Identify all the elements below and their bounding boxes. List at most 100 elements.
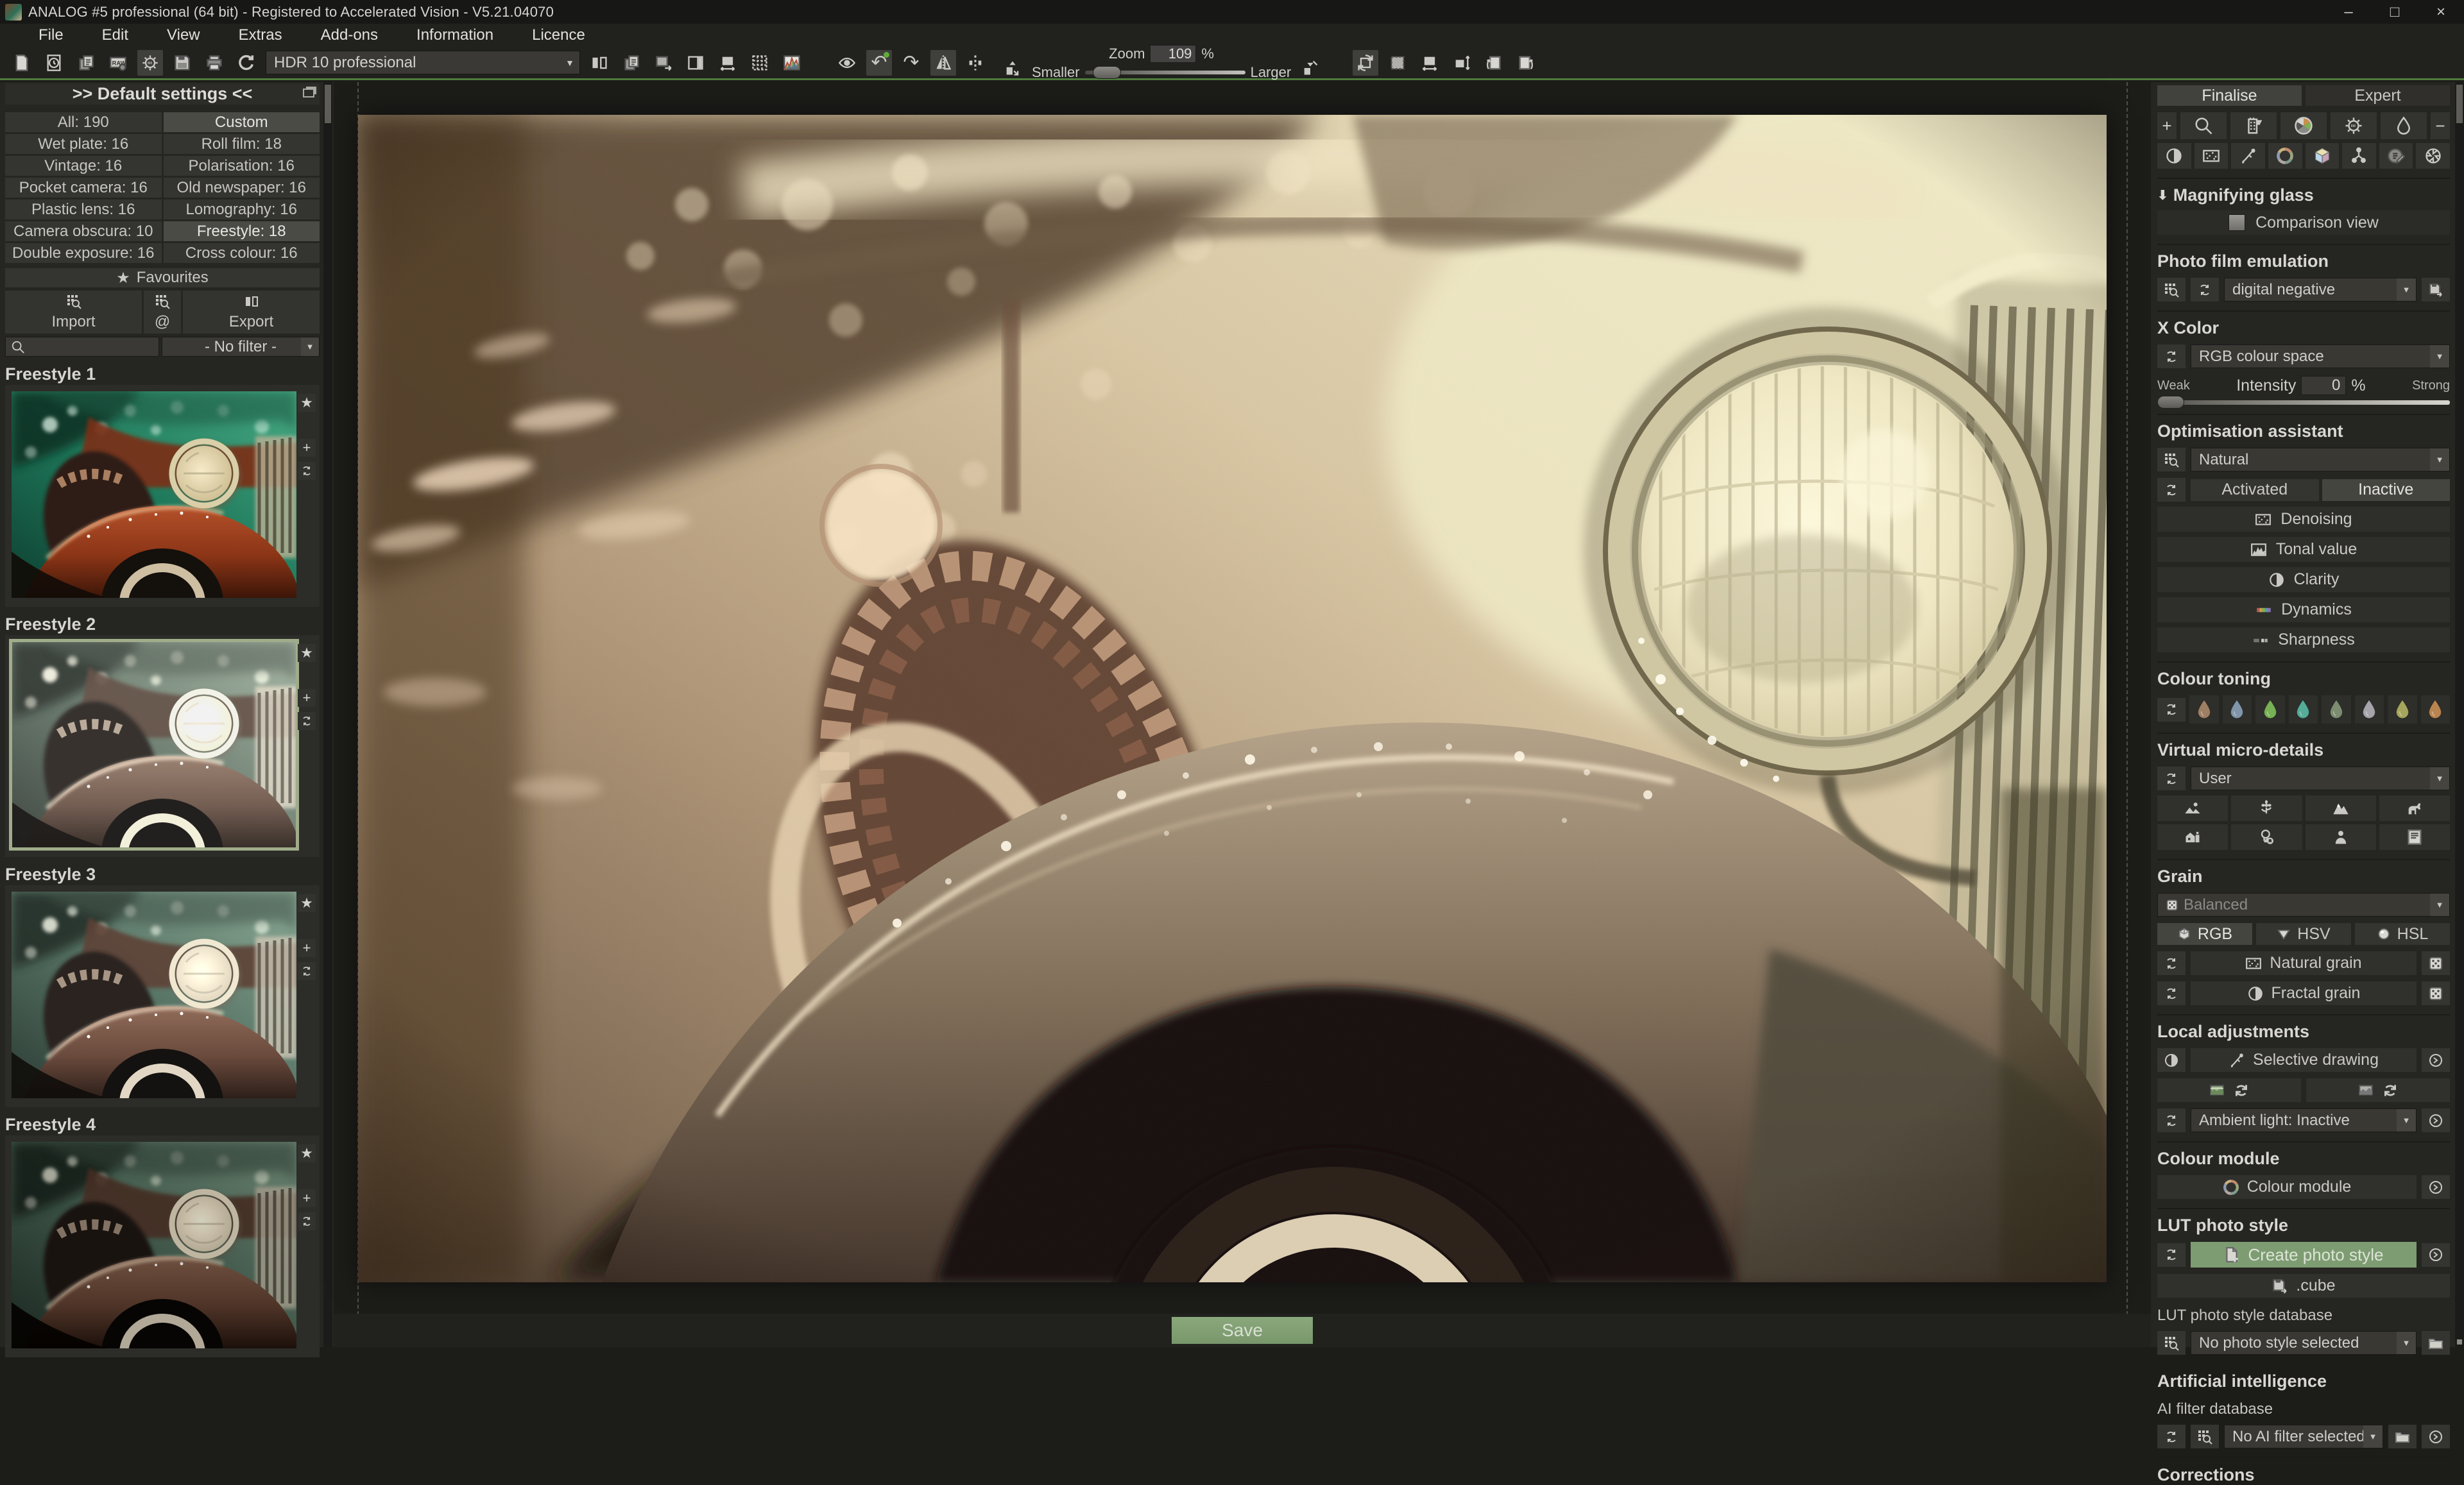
selective-drawing-open-button[interactable]: [2422, 1048, 2450, 1072]
tab-finalise[interactable]: Finalise: [2157, 85, 2302, 106]
micro-document-button[interactable]: [2379, 824, 2450, 850]
menu-licence[interactable]: Licence: [513, 24, 604, 47]
favourite-star-icon[interactable]: ★: [298, 394, 316, 412]
favourites-button[interactable]: ★ Favourites: [5, 268, 320, 287]
film-export-button[interactable]: [2422, 278, 2450, 301]
optimise-tool-button[interactable]: [2331, 112, 2377, 139]
category-lomography[interactable]: Lomography: 16: [164, 199, 320, 219]
close-button[interactable]: ×: [2418, 0, 2464, 24]
ambient-reset-button[interactable]: [2157, 1108, 2186, 1132]
preset-web-button[interactable]: @: [144, 291, 181, 334]
export-cube-button[interactable]: .cube: [2157, 1274, 2450, 1298]
film-reset-button[interactable]: [2191, 278, 2219, 301]
colour-module-open-button[interactable]: [2422, 1175, 2450, 1199]
category-roll-film[interactable]: Roll film: 18: [164, 134, 320, 154]
micro-architecture-button[interactable]: [2157, 824, 2228, 850]
optimisation-presets-button[interactable]: [2157, 448, 2186, 471]
lut-open-button[interactable]: [2422, 1243, 2450, 1267]
grain-mode-rgb[interactable]: RGB: [2157, 923, 2252, 945]
reload-button[interactable]: [234, 50, 259, 76]
category-vintage[interactable]: Vintage: 16: [5, 156, 162, 176]
magnifier-tool-button[interactable]: [2180, 112, 2227, 139]
xcolor-space-dropdown[interactable]: RGB colour space ▼: [2191, 344, 2450, 368]
toning-drop-olive[interactable]: [2388, 695, 2417, 724]
histogram-button[interactable]: [779, 50, 805, 76]
selective-drawing-button[interactable]: Selective drawing: [2191, 1048, 2417, 1072]
remove-section-button[interactable]: −: [2431, 112, 2450, 139]
edited-photo[interactable]: [358, 115, 2107, 1282]
natural-grain-reset-button[interactable]: [2157, 951, 2186, 975]
toning-drop-sage[interactable]: [2322, 695, 2351, 724]
category-pocket-camera[interactable]: Pocket camera: 16: [5, 178, 162, 198]
sharpness-row[interactable]: Sharpness: [2157, 627, 2450, 652]
natural-grain-button[interactable]: Natural grain: [2191, 951, 2417, 975]
new-file-button[interactable]: [9, 50, 35, 76]
favourite-star-icon[interactable]: ★: [298, 1144, 316, 1162]
zoom-slider-thumb[interactable]: [1093, 66, 1121, 79]
film-emulation-dropdown[interactable]: digital negative ▼: [2224, 278, 2417, 301]
category-camera-obscura[interactable]: Camera obscura: 10: [5, 221, 162, 241]
menu-file[interactable]: File: [19, 24, 83, 47]
menu-extras[interactable]: Extras: [219, 24, 302, 47]
add-preset-icon[interactable]: +: [298, 939, 316, 957]
local-contrast-button[interactable]: [2157, 1048, 2186, 1072]
category-freestyle[interactable]: Freestyle: 18: [164, 221, 320, 241]
lut-db-presets-button[interactable]: [2157, 1331, 2186, 1355]
redo-button[interactable]: ↷: [898, 50, 924, 76]
reset-preset-icon[interactable]: [298, 462, 316, 480]
zoom-out-fit-button[interactable]: [1000, 55, 1025, 81]
fractal-grain-dice-button[interactable]: [2422, 981, 2450, 1005]
ai-folder-button[interactable]: [2388, 1425, 2417, 1448]
toning-drop-amber[interactable]: [2421, 695, 2451, 724]
tab-expert[interactable]: Expert: [2306, 85, 2450, 106]
split-view-button[interactable]: [586, 50, 612, 76]
toning-reset-button[interactable]: [2157, 698, 2186, 722]
ai-tool-button[interactable]: [2379, 143, 2413, 169]
activated-toggle[interactable]: Activated: [2191, 479, 2319, 501]
grain-mode-hsv[interactable]: HSV: [2256, 923, 2351, 945]
fractal-grain-reset-button[interactable]: [2157, 981, 2186, 1005]
minimize-button[interactable]: –: [2325, 0, 2372, 24]
micro-details-tool-button[interactable]: [2342, 143, 2376, 169]
zoom-slider[interactable]: [1085, 71, 1245, 74]
add-preset-icon[interactable]: +: [298, 689, 316, 707]
ai-filter-dropdown[interactable]: No AI filter selected ▼: [2224, 1425, 2383, 1448]
micro-flower-button[interactable]: [2231, 795, 2302, 821]
toning-drop-green[interactable]: [2255, 695, 2285, 724]
resize-height-button[interactable]: [1449, 50, 1475, 76]
maximize-button[interactable]: □: [2372, 0, 2418, 24]
export-image-button[interactable]: [651, 50, 676, 76]
ambient-light-dropdown[interactable]: Ambient light: Inactive ▼: [2191, 1108, 2417, 1132]
toning-drop-blue[interactable]: [2223, 695, 2252, 724]
preview-eye-button[interactable]: [834, 50, 860, 76]
xcolor-reset-button[interactable]: [2157, 344, 2186, 368]
micro-reset-button[interactable]: [2157, 767, 2186, 790]
reset-colour-mask-button[interactable]: [2157, 1078, 2301, 1102]
presets-scrollbar[interactable]: [323, 82, 332, 1347]
ambient-open-button[interactable]: [2422, 1108, 2450, 1132]
compare-split-button[interactable]: [963, 50, 988, 76]
micro-portrait-button[interactable]: [2306, 824, 2376, 850]
category-cross-colour[interactable]: Cross colour: 16: [164, 243, 320, 263]
fractal-grain-button[interactable]: Fractal grain: [2191, 981, 2417, 1005]
settings-gear-button[interactable]: [137, 50, 163, 76]
intensity-slider[interactable]: [2157, 400, 2450, 405]
flip-horizontal-button[interactable]: [930, 50, 956, 76]
grain-mode-hsl[interactable]: HSL: [2355, 923, 2450, 945]
lut-reset-button[interactable]: [2157, 1243, 2186, 1267]
print-button[interactable]: [201, 50, 227, 76]
selection-button[interactable]: [1385, 50, 1410, 76]
adjustments-scrollbar[interactable]: [2455, 82, 2464, 1347]
add-preset-icon[interactable]: +: [298, 1189, 316, 1207]
toning-drop-sepia[interactable]: [2189, 695, 2219, 724]
preset-filter-dropdown[interactable]: - No filter - ▼: [162, 337, 320, 357]
preset-thumbnail-freestyle-1[interactable]: ★ +: [5, 385, 320, 607]
add-preset-icon[interactable]: +: [298, 439, 316, 457]
micro-landscape-button[interactable]: [2157, 795, 2228, 821]
category-polarisation[interactable]: Polarisation: 16: [164, 156, 320, 176]
category-old-newspaper[interactable]: Old newspaper: 16: [164, 178, 320, 198]
zoom-value-field[interactable]: 109: [1150, 45, 1196, 63]
reset-preset-icon[interactable]: [298, 712, 316, 730]
crop-rotate-button[interactable]: [1353, 50, 1378, 76]
grain-tool-button[interactable]: [2194, 143, 2229, 169]
